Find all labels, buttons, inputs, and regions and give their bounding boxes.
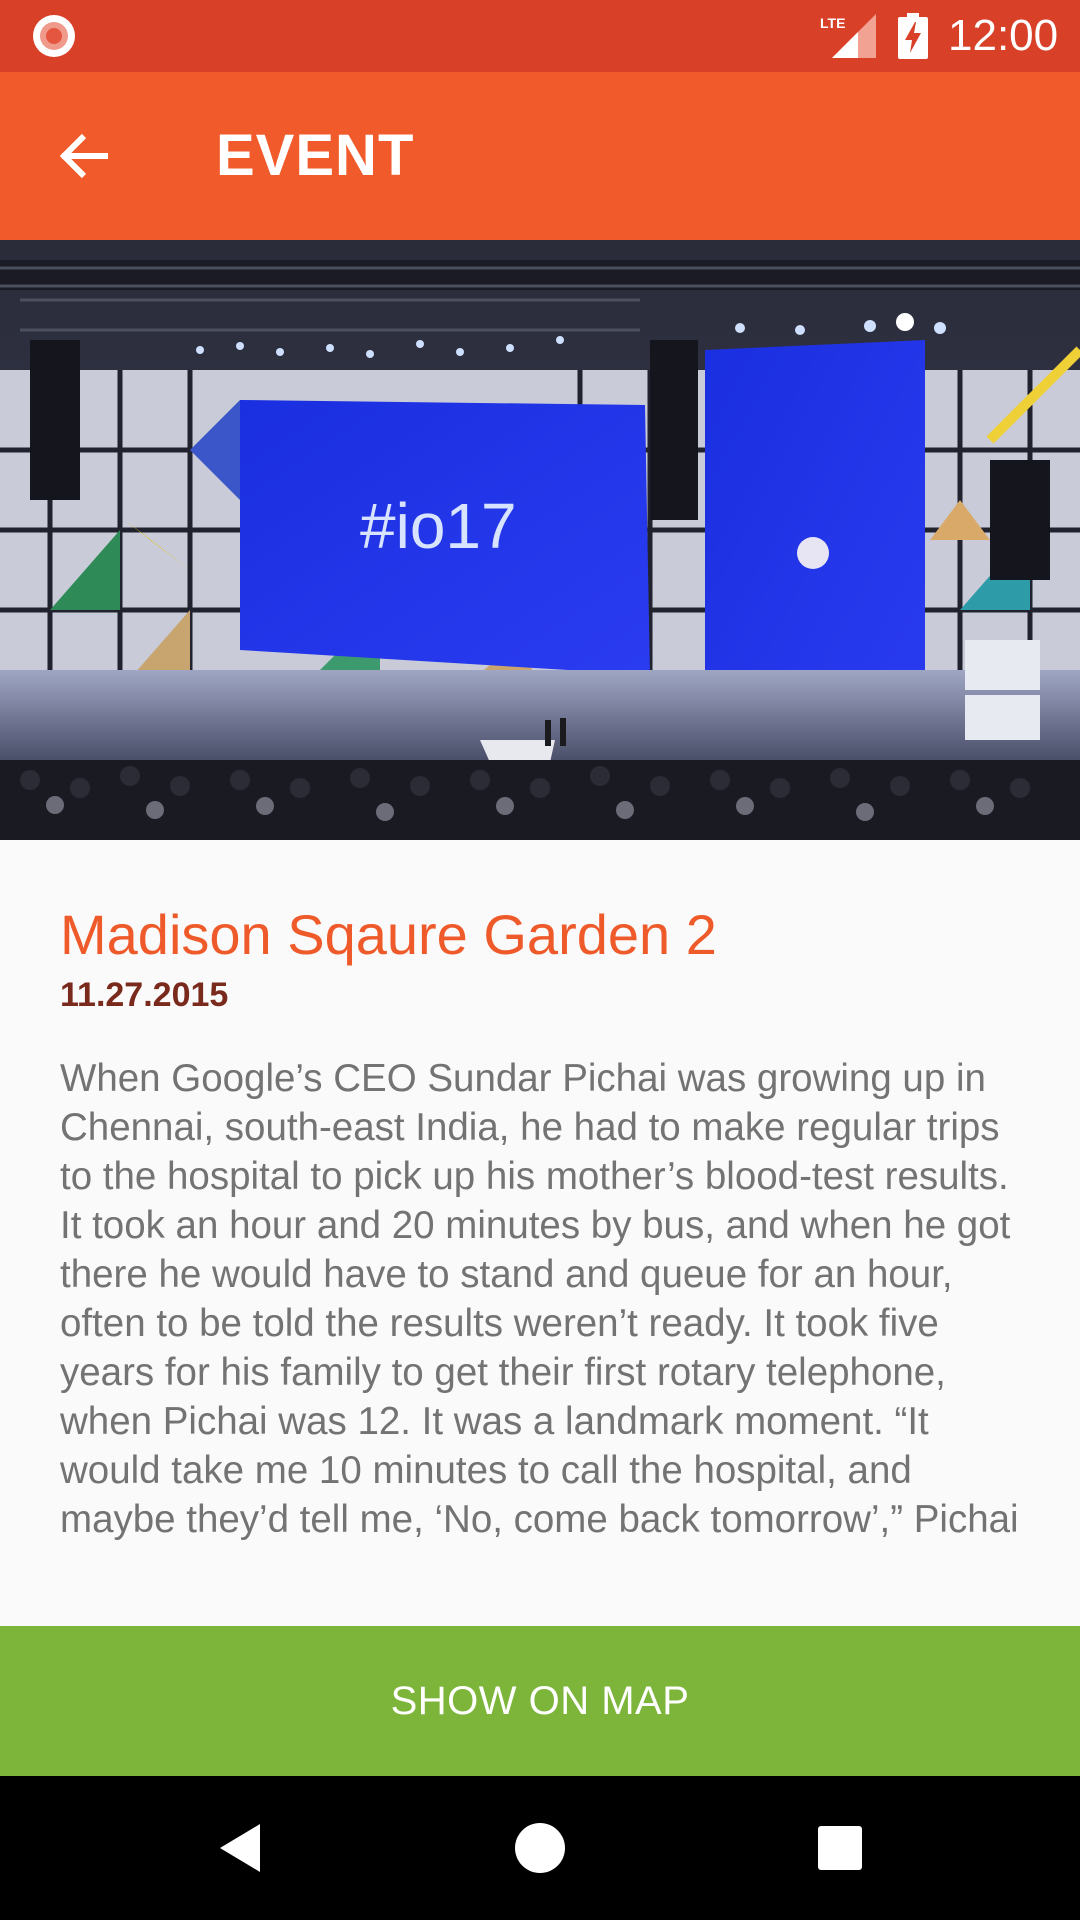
arrow-back-icon — [59, 133, 108, 179]
back-button[interactable] — [40, 112, 128, 200]
nav-back-icon — [220, 1824, 260, 1872]
nav-recents-button[interactable] — [800, 1808, 880, 1888]
stage-screen-text: #io17 — [360, 490, 517, 562]
event-title: Madison Sqaure Garden 2 — [60, 903, 717, 966]
event-details: Madison Sqaure Garden 2 11.27.2015 When … — [60, 900, 1026, 1544]
network-type-label: LTE — [820, 15, 845, 31]
nav-back-button[interactable] — [200, 1808, 280, 1888]
battery-charging-icon — [898, 13, 928, 59]
system-navigation-bar — [0, 1776, 1080, 1920]
nav-home-button[interactable] — [500, 1808, 580, 1888]
app-bar: EVENT — [0, 72, 1080, 240]
event-description: When Google’s CEO Sundar Pichai was grow… — [60, 1057, 1019, 1541]
nav-recents-icon — [818, 1826, 862, 1870]
show-on-map-button[interactable]: SHOW ON MAP — [0, 1626, 1080, 1776]
status-bar: LTE 12:00 — [0, 0, 1080, 72]
nav-home-icon — [515, 1823, 565, 1873]
page-title: EVENT — [216, 123, 415, 188]
screen-record-icon — [33, 15, 75, 57]
lte-signal-icon: LTE — [820, 14, 876, 58]
event-hero-image: #io17 — [0, 240, 1080, 840]
status-clock: 12:00 — [948, 11, 1059, 60]
event-date: 11.27.2015 — [60, 976, 229, 1014]
